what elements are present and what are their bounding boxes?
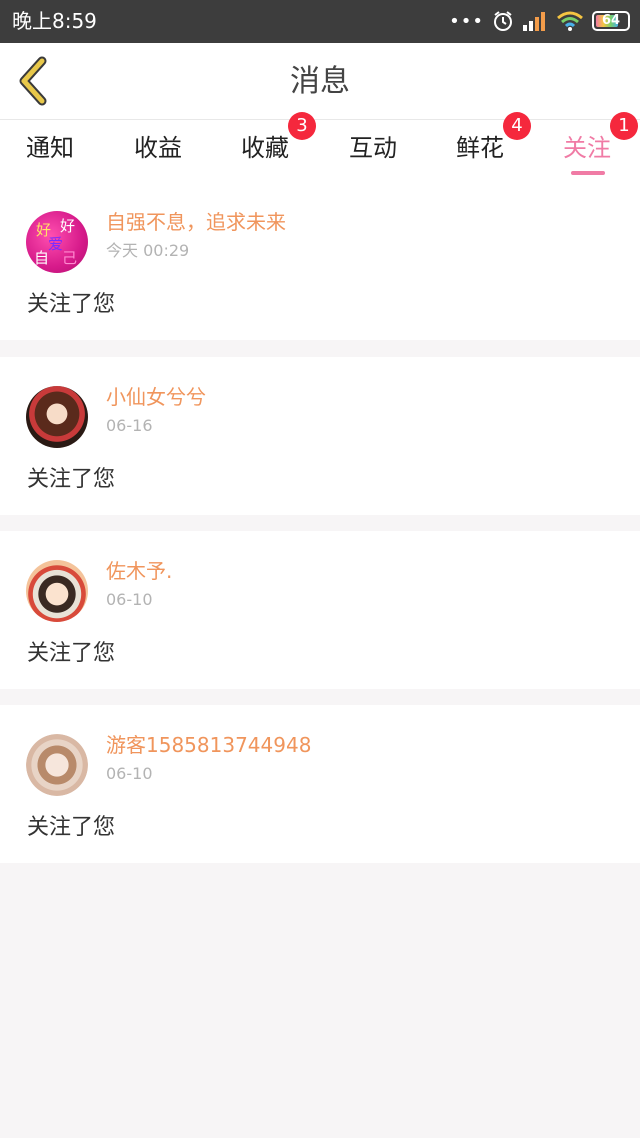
status-icons: ••• 64 <box>449 8 630 34</box>
more-dots-icon: ••• <box>449 10 484 32</box>
list-item[interactable]: 佐木予. 06-10 关注了您 <box>0 531 640 689</box>
message-text: 关注了您 <box>27 467 116 492</box>
active-tab-indicator <box>571 171 605 175</box>
status-time: 晚上8:59 <box>12 9 97 33</box>
follows-count-badge: 1 <box>610 112 638 140</box>
list-item[interactable]: 游客1585813744948 06-10 关注了您 <box>0 705 640 863</box>
message-time: 今天 00:29 <box>106 241 190 260</box>
page-title: 消息 <box>290 64 350 99</box>
message-time: 06-10 <box>106 590 153 609</box>
favorites-count-badge: 3 <box>288 112 316 140</box>
alarm-icon <box>494 11 512 31</box>
user-name[interactable]: 自强不息，追求未来 <box>106 209 286 235</box>
tab-label: 互动 <box>349 134 397 162</box>
tab-follows[interactable]: 关注 <box>563 130 611 170</box>
message-text: 关注了您 <box>27 815 116 840</box>
flowers-count-badge: 4 <box>503 112 531 140</box>
tab-interactions[interactable]: 互动 <box>349 130 397 170</box>
tab-notifications[interactable]: 通知 <box>26 130 74 170</box>
avatar-text: 己 <box>62 249 78 267</box>
list-item[interactable]: 好 好 爱 自 己 自强不息，追求未来 今天 00:29 关注了您 <box>0 182 640 340</box>
avatar[interactable] <box>26 386 88 448</box>
message-text: 关注了您 <box>27 641 116 666</box>
battery-icon: 64 <box>592 11 630 31</box>
list-item[interactable]: 小仙女兮兮 06-16 关注了您 <box>0 357 640 515</box>
avatar-text: 爱 <box>48 235 64 253</box>
header-bar: 消息 <box>0 43 640 120</box>
user-name[interactable]: 游客1585813744948 <box>106 732 311 758</box>
tab-label: 收益 <box>134 134 182 162</box>
tab-earnings[interactable]: 收益 <box>134 130 182 170</box>
message-time: 06-16 <box>106 416 153 435</box>
tab-label: 收藏 <box>241 134 289 162</box>
avatar[interactable] <box>26 560 88 622</box>
tab-favorites[interactable]: 收藏 <box>241 130 289 170</box>
signal-icon <box>523 12 545 31</box>
message-text: 关注了您 <box>27 292 116 317</box>
status-bar: 晚上8:59 ••• 64 <box>0 0 640 43</box>
message-time: 06-10 <box>106 764 153 783</box>
avatar-text: 自 <box>34 249 50 267</box>
tab-label: 通知 <box>26 134 74 162</box>
avatar[interactable] <box>26 734 88 796</box>
wifi-icon <box>557 11 583 31</box>
user-name[interactable]: 佐木予. <box>106 558 172 584</box>
user-name[interactable]: 小仙女兮兮 <box>106 384 206 410</box>
avatar[interactable]: 好 好 爱 自 己 <box>26 211 88 273</box>
tab-label: 鲜花 <box>456 134 504 162</box>
tab-bar: 通知 收益 收藏 3 互动 鲜花 4 关注 1 <box>0 112 640 182</box>
tab-label: 关注 <box>563 134 611 162</box>
battery-level: 64 <box>601 13 621 28</box>
tab-flowers[interactable]: 鲜花 <box>456 130 504 170</box>
